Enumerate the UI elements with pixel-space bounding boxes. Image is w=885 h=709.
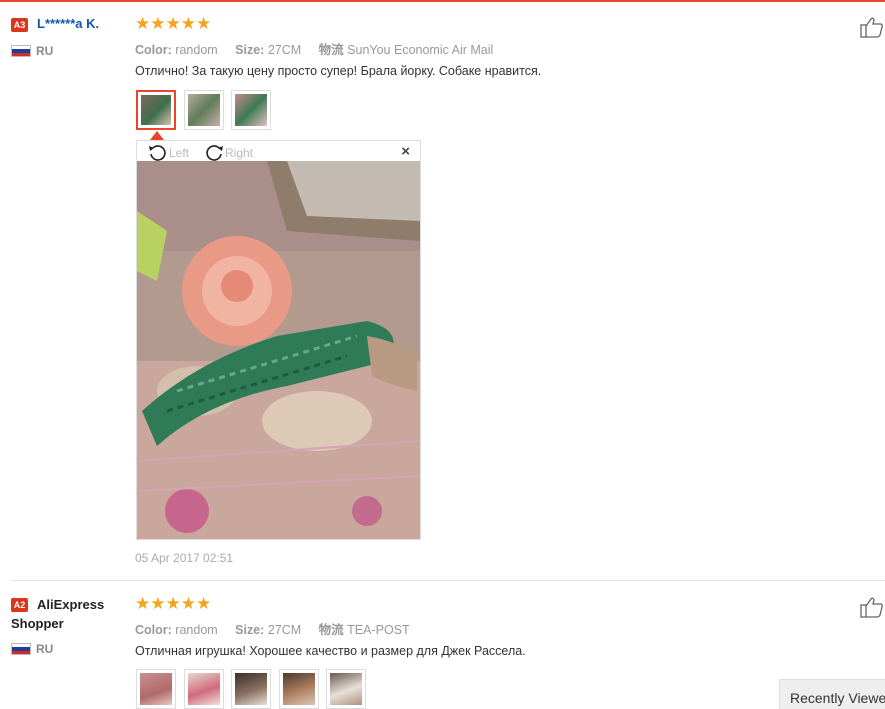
reviewer-name-line2[interactable]: Shopper [11, 616, 64, 631]
rotate-left-button[interactable]: Left [147, 143, 189, 161]
logistics-value: SunYou Economic Air Mail [347, 43, 494, 57]
reviewer-name[interactable]: L******a K. [37, 16, 99, 31]
review-separator [10, 580, 885, 581]
logistics-value: TEA-POST [347, 623, 410, 637]
reviewer-country: RU [36, 642, 54, 656]
color-label: Color: [135, 43, 172, 57]
order-info: Color: random Size: 27CM 物流 TEA-POST [135, 619, 410, 638]
size-value: 27CM [267, 623, 302, 637]
review-photo-thumb-4[interactable] [279, 669, 319, 709]
rotate-left-icon [149, 145, 166, 161]
rotate-right-icon [206, 145, 223, 161]
recently-viewed-tab[interactable]: Recently Viewed [779, 679, 885, 709]
rotate-left-label: Left [169, 146, 190, 160]
review-date: 05 Apr 2017 02:51 [135, 551, 234, 565]
review-text: Отличная игрушка! Хорошее качество и раз… [135, 644, 526, 658]
review-photo-thumb-2[interactable] [184, 669, 224, 709]
review-photo-thumb-3[interactable] [231, 669, 271, 709]
reviewer-name-line1[interactable]: AliExpress [37, 597, 104, 612]
size-label: Size: [235, 623, 265, 637]
russia-flag-icon [11, 643, 31, 655]
review-photo-thumb-3[interactable] [231, 90, 271, 130]
color-value: random [175, 623, 218, 637]
size-value: 27CM [267, 43, 302, 57]
star-rating: ★★★★★ [135, 14, 212, 33]
photo-viewer: Left Right × [136, 140, 421, 540]
russia-flag-icon [11, 45, 31, 57]
order-info: Color: random Size: 27CM 物流 SunYou Econo… [135, 39, 493, 58]
review-photo-thumb-1[interactable] [136, 90, 176, 130]
review-photo-large [137, 161, 420, 539]
review-photo-thumb-2[interactable] [184, 90, 224, 130]
logistics-label: 物流 [318, 623, 344, 637]
thumbs-up-icon[interactable] [860, 16, 884, 38]
star-rating: ★★★★★ [135, 594, 212, 613]
review-photo-thumb-5[interactable] [326, 669, 366, 709]
review-photo-thumb-1[interactable] [136, 669, 176, 709]
selected-thumb-pointer [150, 131, 164, 140]
buyer-level-badge: A3 [11, 18, 28, 32]
color-value: random [175, 43, 218, 57]
rotate-right-label: Right [225, 146, 254, 160]
color-label: Color: [135, 623, 172, 637]
logistics-label: 物流 [318, 43, 344, 57]
reviewer-country: RU [36, 44, 54, 58]
rotate-right-button[interactable]: Right [203, 143, 253, 161]
thumbs-up-icon[interactable] [860, 596, 884, 618]
review-text: Отлично! За такую цену просто супер! Бра… [135, 64, 542, 78]
size-label: Size: [235, 43, 265, 57]
buyer-level-badge: A2 [11, 598, 28, 612]
close-icon[interactable]: × [401, 143, 410, 160]
top-accent-line [0, 0, 885, 2]
